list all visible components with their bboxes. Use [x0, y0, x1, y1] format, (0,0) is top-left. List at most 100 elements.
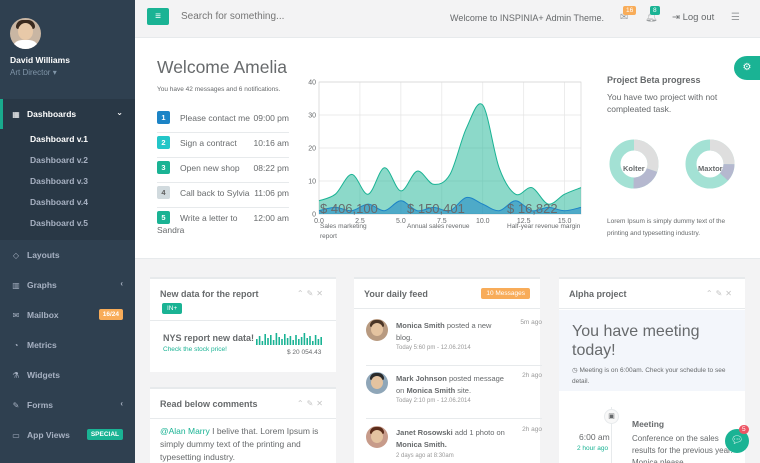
nav-appviews-label: App Views	[27, 430, 70, 440]
wrench-icon[interactable]: ✎	[716, 289, 726, 298]
chevron-left-icon: ‹	[120, 279, 123, 288]
todo-text: Open new shop	[180, 163, 240, 173]
nav-metrics[interactable]: ◔ Metrics	[0, 330, 135, 360]
panel-tools[interactable]: ⌃✎✕	[297, 289, 326, 298]
feed-target[interactable]: Monica Smith	[406, 386, 455, 395]
beta-progress-subtitle: You have two project with not compleated…	[607, 92, 718, 114]
todo-item[interactable]: 2 Sign a contract 10:16 am	[157, 133, 289, 158]
nav-layouts-label: Layouts	[27, 250, 60, 260]
nav-widgets[interactable]: ⚗ Widgets	[0, 360, 135, 390]
nav-graphs[interactable]: ▥ Graphs ‹	[0, 270, 135, 300]
page-title: Welcome Amelia	[157, 57, 288, 77]
collapse-icon[interactable]: ⌃	[297, 399, 307, 408]
tasks-icon[interactable]: ☰	[731, 12, 740, 23]
edit-icon: ✎	[12, 400, 20, 410]
wrench-icon[interactable]: ✎	[307, 399, 317, 408]
feed-text: Janet Rosowski add 1 photo on Monica Smi…	[396, 427, 506, 451]
todo-time: 08:22 pm	[253, 163, 289, 173]
feed-tail: site.	[457, 386, 472, 395]
nav-appviews[interactable]: ▭ App Views SPECIAL	[0, 420, 135, 450]
comment-mention[interactable]: @Alan Marry	[160, 426, 210, 436]
meeting-title: You have meeting today!	[572, 323, 700, 359]
menu-toggle-button[interactable]: ≡	[147, 8, 169, 25]
notification-count-badge: 8	[650, 6, 660, 15]
todo-item[interactable]: 5 Write a letter to 12:00 am Sandra	[157, 208, 289, 238]
panel-tools[interactable]: ⌃✎✕	[297, 399, 326, 408]
close-icon[interactable]: ✕	[725, 289, 735, 298]
welcome-subtitle: You have 42 messages and 6 notifications…	[157, 86, 281, 93]
collapse-icon[interactable]: ⌃	[297, 289, 307, 298]
alpha-project-panel: Alpha project ⌃✎✕ You have meeting today…	[559, 277, 745, 463]
nav-dashboard-v5[interactable]: Dashboard v.5	[0, 213, 135, 234]
settings-toggle-button[interactable]: ⚙	[734, 56, 760, 80]
spark-bar	[312, 341, 314, 345]
panel-tools[interactable]: ⌃✎✕	[706, 289, 735, 298]
nav-dashboard-v3[interactable]: Dashboard v.3	[0, 171, 135, 192]
feed-author: Monica Smith	[396, 321, 445, 330]
flask-icon: ⚗	[12, 370, 20, 380]
todo-time: 12:00 am	[253, 213, 289, 223]
desktop-icon: ▭	[12, 430, 20, 440]
spark-bar	[286, 338, 289, 345]
stat-label: Sales marketing report	[320, 223, 367, 240]
spark-bar	[295, 335, 297, 345]
y-tick-label: 30	[308, 113, 316, 120]
meeting-alert: You have meeting today! ◷ Meeting is on …	[559, 310, 745, 391]
spark-bar	[309, 336, 311, 345]
spark-bar	[303, 333, 306, 345]
wrench-icon[interactable]: ✎	[307, 289, 317, 298]
todo-item[interactable]: 3 Open new shop 08:22 pm	[157, 158, 289, 183]
logout-link[interactable]: ⇥ Log out	[672, 12, 714, 23]
stat-label: Annual sales revenue	[407, 223, 470, 230]
donut-label-maxtor: Maxtor	[698, 164, 723, 173]
nav-dashboard-v1[interactable]: Dashboard v.1	[0, 129, 135, 150]
daily-feed-panel: Your daily feed 10 Messages Monica Smith…	[354, 277, 542, 463]
spark-bar	[278, 337, 280, 345]
sign-out-icon: ⇥	[672, 12, 680, 23]
feed-date: 2 days ago at 8:30am	[396, 453, 454, 459]
event-time: 6:00 am	[579, 432, 610, 442]
feed-action: add 1 photo on	[454, 428, 505, 437]
close-icon[interactable]: ✕	[316, 289, 326, 298]
nav-dashboard-v2[interactable]: Dashboard v.2	[0, 150, 135, 171]
todo-time: 09:00 pm	[253, 113, 289, 123]
todo-item[interactable]: 4 Call back to Sylvia 11:06 pm	[157, 183, 289, 208]
nav-forms[interactable]: ✎ Forms ‹	[0, 390, 135, 420]
spark-bar	[300, 337, 303, 345]
stock-link[interactable]: Check the stock price!	[163, 346, 227, 353]
avatar	[366, 426, 388, 448]
nav-dashboards-label: Dashboards	[27, 109, 77, 119]
nav-dashboards[interactable]: ▦ Dashboards ⌄	[0, 99, 135, 129]
mailbox-badge: 16/24	[98, 309, 123, 320]
spark-bar	[284, 334, 286, 345]
feed-text: Mark Johnson posted message on Monica Sm…	[396, 373, 506, 397]
feed-target[interactable]: Monica Smith.	[396, 440, 447, 449]
avatar[interactable]	[10, 18, 41, 49]
profile-role-dropdown[interactable]: Art Director ▾	[10, 68, 57, 77]
todo-number: 1	[157, 111, 170, 124]
feed-item[interactable]: Janet Rosowski add 1 photo on Monica Smi…	[366, 426, 542, 463]
feed-item[interactable]: Monica Smith posted a new blog. Today 5:…	[366, 319, 542, 363]
nav-mailbox[interactable]: ✉ Mailbox 16/24	[0, 300, 135, 330]
profile: David Williams Art Director ▾	[0, 0, 135, 92]
welcome-panel: Welcome Amelia You have 42 messages and …	[135, 38, 760, 259]
pie-chart-icon: ◔	[13, 340, 19, 350]
nav-layouts[interactable]: ◇ Layouts	[0, 240, 135, 270]
nav-dashboard-v4[interactable]: Dashboard v.4	[0, 192, 135, 213]
panel-header: Your daily feed 10 Messages	[354, 279, 540, 309]
y-tick-label: 40	[308, 80, 316, 87]
stat-value: $ 150,401	[407, 201, 465, 216]
spark-bar	[275, 333, 278, 345]
todo-item[interactable]: 1 Please contact me 09:00 pm	[157, 108, 289, 133]
todo-time: 10:16 am	[253, 138, 289, 148]
dashboards-submenu: Dashboard v.1 Dashboard v.2 Dashboard v.…	[0, 129, 135, 240]
feed-item[interactable]: Mark Johnson posted message on Monica Sm…	[366, 372, 542, 416]
spark-bar	[270, 335, 272, 345]
spark-bar	[272, 340, 275, 345]
spark-bar	[256, 339, 258, 345]
collapse-icon[interactable]: ⌃	[706, 289, 716, 298]
feed-text: Monica Smith posted a new blog.	[396, 320, 506, 344]
close-icon[interactable]: ✕	[316, 399, 326, 408]
search-input[interactable]	[181, 11, 431, 22]
nav-graphs-label: Graphs	[27, 280, 57, 290]
